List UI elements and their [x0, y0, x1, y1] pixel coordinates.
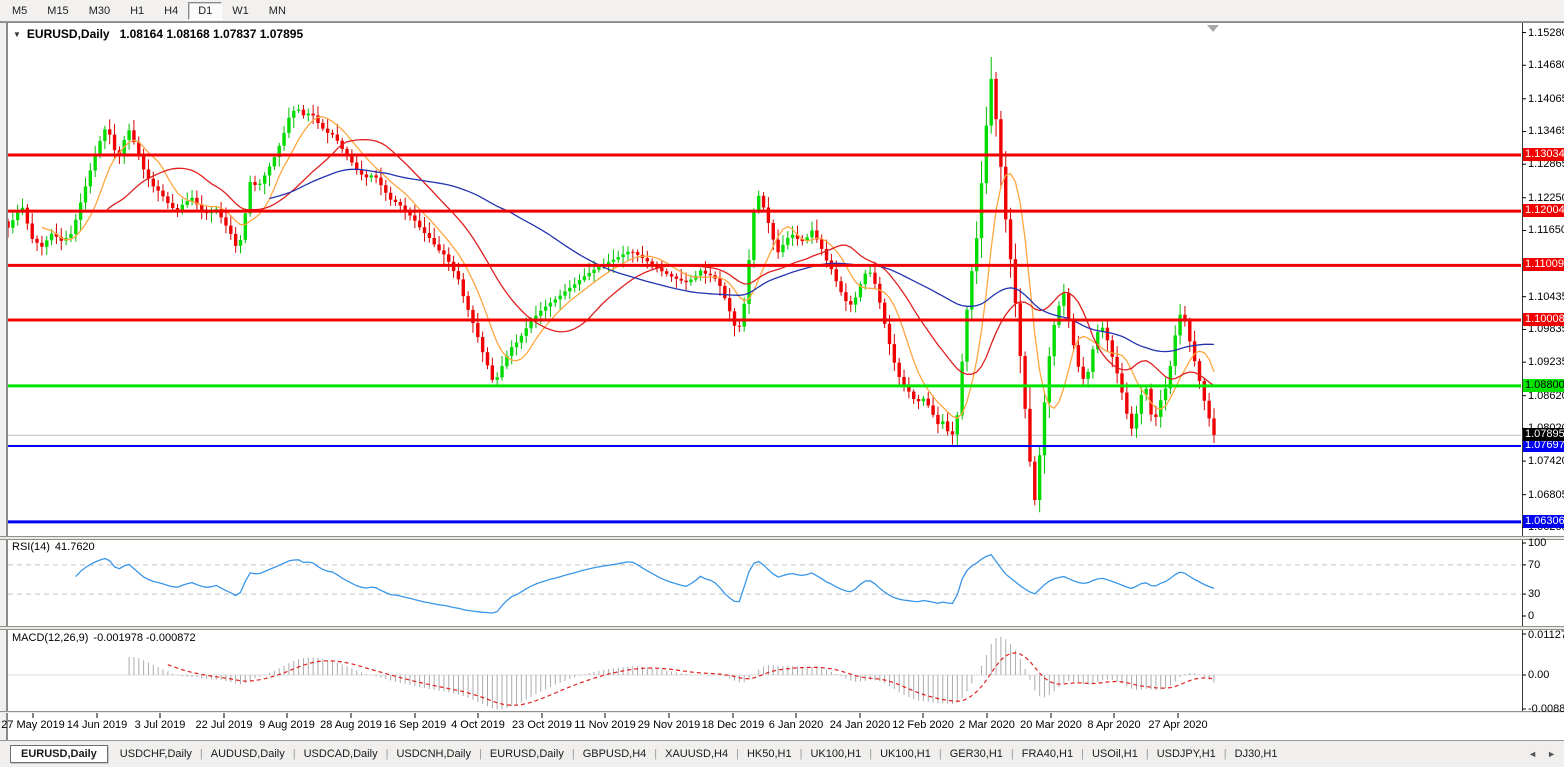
- macd-name: MACD(12,26,9): [12, 632, 89, 644]
- price-line-badge: 1.12004: [1523, 204, 1564, 218]
- date-axis-label: 23 Oct 2019: [512, 719, 572, 731]
- tab-usoil-h1[interactable]: USOil,H1: [1084, 745, 1146, 763]
- date-axis-label: 24 Jan 2020: [829, 719, 891, 731]
- tab-usdchf-daily[interactable]: USDCHF,Daily: [112, 745, 200, 763]
- date-axis-label: 2 Mar 2020: [959, 719, 1015, 731]
- tab-eurusd-daily[interactable]: EURUSD,Daily: [10, 745, 108, 763]
- rsi-axis-label: 70: [1528, 558, 1541, 571]
- date-axis-label: 14 Jun 2019: [66, 719, 128, 731]
- price-line-badge: 1.06306: [1523, 514, 1564, 528]
- price-axis-label: 1.13465: [1528, 125, 1564, 138]
- date-axis-label: 8 Apr 2020: [1087, 719, 1141, 731]
- price-axis-label: 1.06805: [1528, 488, 1564, 501]
- price-axis-label: 1.14680: [1528, 59, 1564, 72]
- chart-ohlc-values: 1.08164 1.08168 1.07837 1.07895: [119, 27, 304, 41]
- chart-shift-marker-icon: [1207, 25, 1219, 32]
- price-line-badge: 1.08800: [1523, 378, 1564, 392]
- price-axis-label: 1.15280: [1528, 26, 1564, 39]
- macd-axis-label: 0.011277: [1528, 629, 1564, 641]
- price-axis-label: 1.14065: [1528, 92, 1564, 105]
- tab-hk50-h1[interactable]: HK50,H1: [739, 745, 800, 763]
- tab-uk100-h1[interactable]: UK100,H1: [802, 745, 869, 763]
- tab-usdjpy-h1[interactable]: USDJPY,H1: [1149, 745, 1224, 763]
- price-axis-label: 1.10435: [1528, 290, 1564, 303]
- date-axis-label: 3 Jul 2019: [134, 719, 186, 731]
- tab-audusd-daily[interactable]: AUDUSD,Daily: [203, 745, 293, 763]
- date-axis-label: 22 Jul 2019: [195, 719, 253, 731]
- tab-xauusd-h4[interactable]: XAUUSD,H4: [657, 745, 736, 763]
- tab-scroll-left-icon[interactable]: ◄: [1528, 749, 1537, 759]
- tab-scroll-right-icon[interactable]: ►: [1547, 749, 1556, 759]
- macd-axis-label: -0.008845: [1528, 703, 1564, 715]
- tab-fra40-h1[interactable]: FRA40,H1: [1014, 745, 1081, 763]
- date-axis-label: 6 Jan 2020: [768, 719, 824, 731]
- mt4-window: M5 M15 M30 H1 H4 D1 W1 MN ▼ EURUSD,Daily 1.0816…: [0, 0, 1564, 767]
- date-axis-label: 11 Nov 2019: [574, 719, 636, 731]
- date-axis-label: 27 Apr 2020: [1148, 719, 1208, 731]
- date-axis-label: 20 Mar 2020: [1020, 719, 1082, 731]
- macd-indicator-label: MACD(12,26,9) -0.001978 -0.000872: [12, 632, 196, 644]
- macd-values: -0.001978 -0.000872: [93, 632, 196, 644]
- tab-eurusd-daily[interactable]: EURUSD,Daily: [482, 745, 572, 763]
- price-line-badge: 1.13034: [1523, 148, 1564, 161]
- date-axis-label: 27 May 2019: [1, 719, 65, 731]
- price-line-badge: 1.11009: [1523, 258, 1564, 272]
- rsi-value: 41.7620: [54, 541, 95, 553]
- price-axis-label: 1.12250: [1528, 191, 1564, 204]
- chart-tab-bar: EURUSD,Daily USDCHF,Daily | AUDUSD,Daily | US…: [0, 740, 1564, 767]
- macd-axis-label: 0.00: [1528, 669, 1550, 681]
- price-axis-label: 1.09235: [1528, 356, 1564, 369]
- date-axis-label: 29 Nov 2019: [637, 719, 701, 731]
- date-axis-label: 18 Dec 2019: [701, 719, 765, 731]
- tab-scroll-arrows: ◄ ►: [1528, 749, 1556, 759]
- rsi-axis-label: 30: [1528, 588, 1541, 601]
- tab-usdcad-daily[interactable]: USDCAD,Daily: [296, 745, 386, 763]
- chart-title: ▼ EURUSD,Daily 1.08164 1.08168 1.07837 1…: [13, 27, 303, 41]
- price-chart-canvas[interactable]: [0, 0, 1564, 767]
- tab-dj30-h1[interactable]: DJ30,H1: [1227, 745, 1286, 763]
- rsi-indicator-label: RSI(14) 41.7620: [12, 541, 95, 553]
- tab-uk100-h1[interactable]: UK100,H1: [872, 745, 939, 763]
- tab-usdcnh-daily[interactable]: USDCNH,Daily: [388, 745, 479, 763]
- current-price-badge: 1.07895: [1523, 428, 1564, 442]
- chart-symbol-period: EURUSD,Daily: [26, 27, 110, 41]
- price-axis-label: 1.07420: [1528, 455, 1564, 468]
- tab-ger30-h1[interactable]: GER30,H1: [942, 745, 1011, 763]
- date-axis-label: 28 Aug 2019: [320, 719, 382, 731]
- chart-dropdown-icon[interactable]: ▼: [13, 30, 21, 39]
- price-line-badge: 1.10008: [1523, 312, 1564, 326]
- rsi-axis-label: 0: [1528, 610, 1535, 622]
- date-axis-label: 12 Feb 2020: [892, 719, 954, 731]
- date-axis-label: 9 Aug 2019: [259, 719, 315, 731]
- date-axis-label: 4 Oct 2019: [451, 719, 505, 731]
- rsi-axis-label: 100: [1528, 537, 1547, 549]
- date-axis-label: 16 Sep 2019: [383, 719, 447, 731]
- price-axis-label: 1.11650: [1528, 224, 1564, 237]
- tab-gbpusd-h4[interactable]: GBPUSD,H4: [575, 745, 655, 763]
- rsi-name: RSI(14): [12, 541, 50, 553]
